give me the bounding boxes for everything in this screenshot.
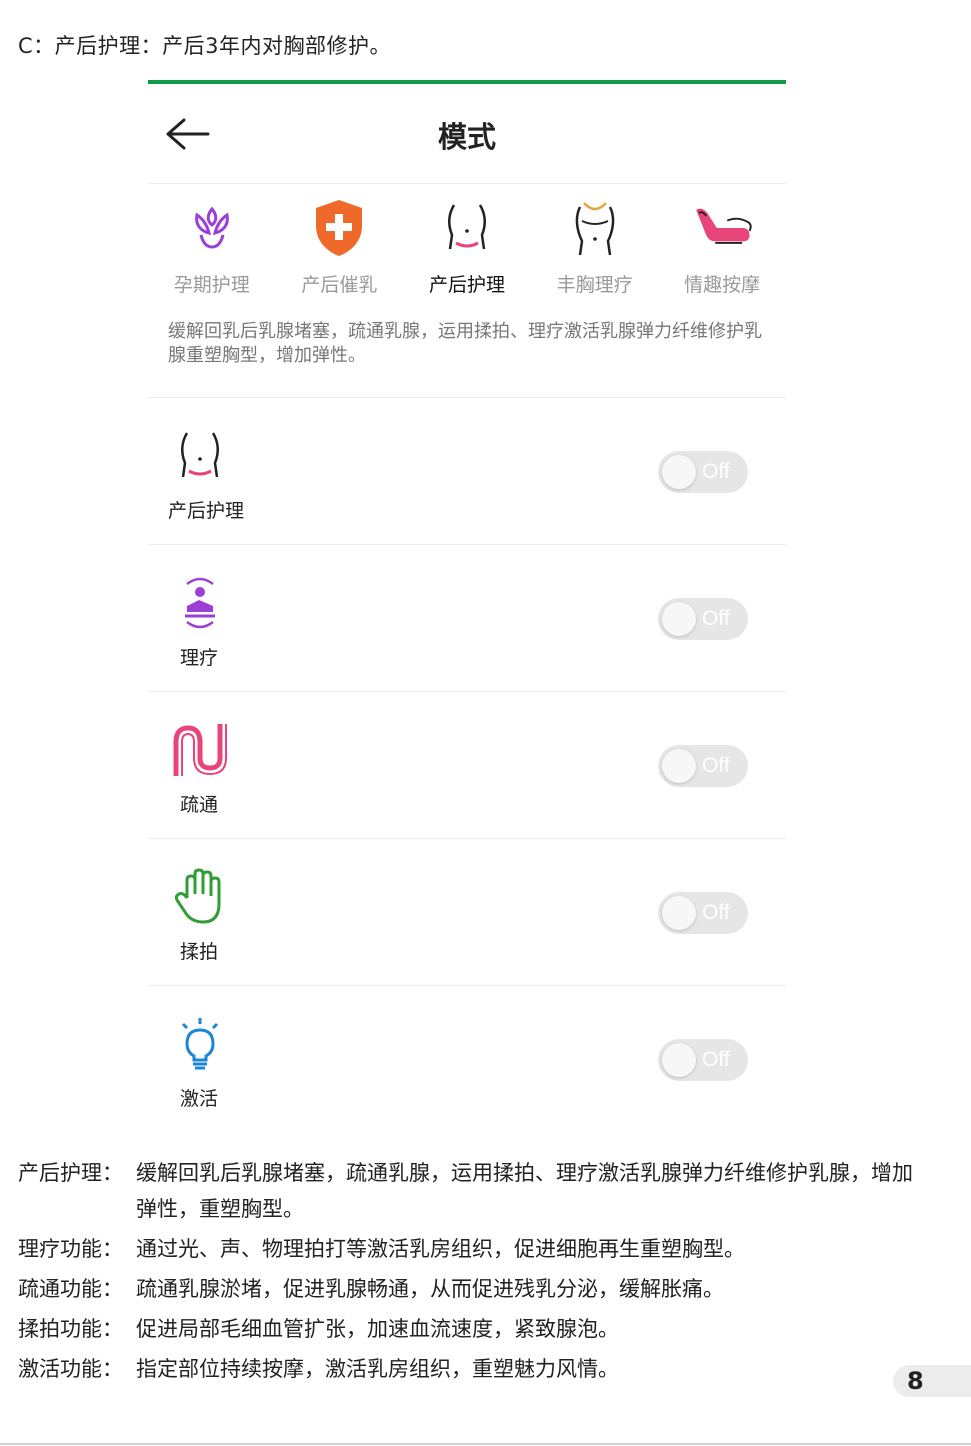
lactation-shield-icon xyxy=(307,196,371,260)
explanation-value: 指定部位持续按摩，激活乳房组织，重塑魅力风情。 xyxy=(136,1357,619,1381)
pregnancy-care-icon xyxy=(180,196,244,260)
hand-icon xyxy=(170,867,230,927)
row-label: 产后护理 xyxy=(168,500,245,522)
toggle-knob xyxy=(662,896,696,930)
explanation-value: 通过光、声、物理拍打等激活乳房组织，促进细胞再生重塑胸型。 xyxy=(136,1237,745,1261)
postpartum-care-toggle[interactable]: Off xyxy=(658,451,748,493)
therapy-toggle[interactable]: Off xyxy=(658,598,748,640)
page-number: 8 xyxy=(893,1365,971,1397)
activate-toggle[interactable]: Off xyxy=(658,1039,748,1081)
toggle-knob xyxy=(662,455,696,489)
explanation-item: 激活功能： 指定部位持续按摩，激活乳房组织，重塑魅力风情。 xyxy=(18,1351,918,1387)
row-label: 理疗 xyxy=(180,647,219,669)
tab-label: 情趣按摩 xyxy=(684,274,761,296)
row-label: 疏通 xyxy=(180,794,219,816)
toggle-state: Off xyxy=(702,901,730,924)
function-list: 产后护理 Off 理疗 Off 疏通 Off 揉拍 Off 激活 Off xyxy=(148,398,786,1133)
page-title: 模式 xyxy=(437,120,496,154)
phone-screenshot: 模式 孕期护理 产后催乳 产后护理 丰胸理疗 情趣按摩 缓解回乳后乳腺堵塞，疏通… xyxy=(148,80,786,1125)
toggle-state: Off xyxy=(702,460,730,483)
row-label: 激活 xyxy=(180,1088,219,1110)
function-row: 激活 Off xyxy=(148,986,786,1133)
tab-label: 产后护理 xyxy=(428,274,505,296)
toggle-state: Off xyxy=(702,607,730,630)
tab-label: 丰胸理疗 xyxy=(556,274,633,296)
mode-tabs: 孕期护理 产后催乳 产后护理 丰胸理疗 情趣按摩 xyxy=(148,184,786,302)
toggle-knob xyxy=(662,602,696,636)
explanation-key: 激活功能： xyxy=(18,1357,123,1381)
function-explanations: 产后护理： 缓解回乳后乳腺堵塞，疏通乳腺，运用揉拍、理疗激活乳腺弹力纤维修护乳腺… xyxy=(18,1155,918,1391)
mode-description: 缓解回乳后乳腺堵塞，疏通乳腺，运用揉拍、理疗激活乳腺弹力纤维修护乳腺重塑胸型，增… xyxy=(148,302,786,398)
function-row: 疏通 Off xyxy=(148,692,786,839)
tab-pregnancy-care[interactable]: 孕期护理 xyxy=(148,196,276,302)
massage-chair-icon xyxy=(690,196,754,260)
tab-massage[interactable]: 情趣按摩 xyxy=(658,196,786,302)
postpartum-care-icon xyxy=(435,196,499,260)
toggle-state: Off xyxy=(702,754,730,777)
explanation-key: 揉拍功能： xyxy=(18,1317,123,1341)
tab-lactation[interactable]: 产后催乳 xyxy=(276,196,404,302)
postpartum-care-icon xyxy=(170,426,230,486)
breast-enhancement-icon xyxy=(563,196,627,260)
bottom-divider xyxy=(0,1443,971,1445)
nav-bar: 模式 xyxy=(148,84,786,184)
explanation-item: 疏通功能： 疏通乳腺淤堵，促进乳腺畅通，从而促进残乳分泌，缓解胀痛。 xyxy=(18,1271,918,1307)
intro-text: C：产后护理：产后3年内对胸部修护。 xyxy=(18,34,392,58)
row-label: 揉拍 xyxy=(180,941,219,963)
explanation-item: 产后护理： 缓解回乳后乳腺堵塞，疏通乳腺，运用揉拍、理疗激活乳腺弹力纤维修护乳腺… xyxy=(18,1155,918,1227)
tab-label: 孕期护理 xyxy=(173,274,250,296)
unblock-icon xyxy=(170,720,230,780)
function-row: 理疗 Off xyxy=(148,545,786,692)
mode-description-text: 缓解回乳后乳腺堵塞，疏通乳腺，运用揉拍、理疗激活乳腺弹力纤维修护乳腺重塑胸型，增… xyxy=(168,321,762,366)
tab-label: 产后催乳 xyxy=(301,274,378,296)
tab-postpartum-care[interactable]: 产后护理 xyxy=(403,196,531,302)
explanation-value: 缓解回乳后乳腺堵塞，疏通乳腺，运用揉拍、理疗激活乳腺弹力纤维修护乳腺，增加弹性，… xyxy=(136,1161,913,1221)
explanation-value: 疏通乳腺淤堵，促进乳腺畅通，从而促进残乳分泌，缓解胀痛。 xyxy=(136,1277,724,1301)
toggle-knob xyxy=(662,1043,696,1077)
toggle-knob xyxy=(662,749,696,783)
explanation-key: 理疗功能： xyxy=(18,1237,123,1261)
therapy-icon xyxy=(170,573,230,633)
tab-breast-enhancement[interactable]: 丰胸理疗 xyxy=(531,196,659,302)
toggle-state: Off xyxy=(702,1048,730,1071)
explanation-item: 理疗功能： 通过光、声、物理拍打等激活乳房组织，促进细胞再生重塑胸型。 xyxy=(18,1231,918,1267)
lightbulb-icon xyxy=(170,1014,230,1074)
unblock-toggle[interactable]: Off xyxy=(658,745,748,787)
explanation-item: 揉拍功能： 促进局部毛细血管扩张，加速血流速度，紧致腺泡。 xyxy=(18,1311,918,1347)
explanation-key: 疏通功能： xyxy=(18,1277,123,1301)
explanation-value: 促进局部毛细血管扩张，加速血流速度，紧致腺泡。 xyxy=(136,1317,619,1341)
function-row: 揉拍 Off xyxy=(148,839,786,986)
function-row: 产后护理 Off xyxy=(148,398,786,545)
knead-pat-toggle[interactable]: Off xyxy=(658,892,748,934)
explanation-key: 产后护理： xyxy=(18,1161,123,1185)
